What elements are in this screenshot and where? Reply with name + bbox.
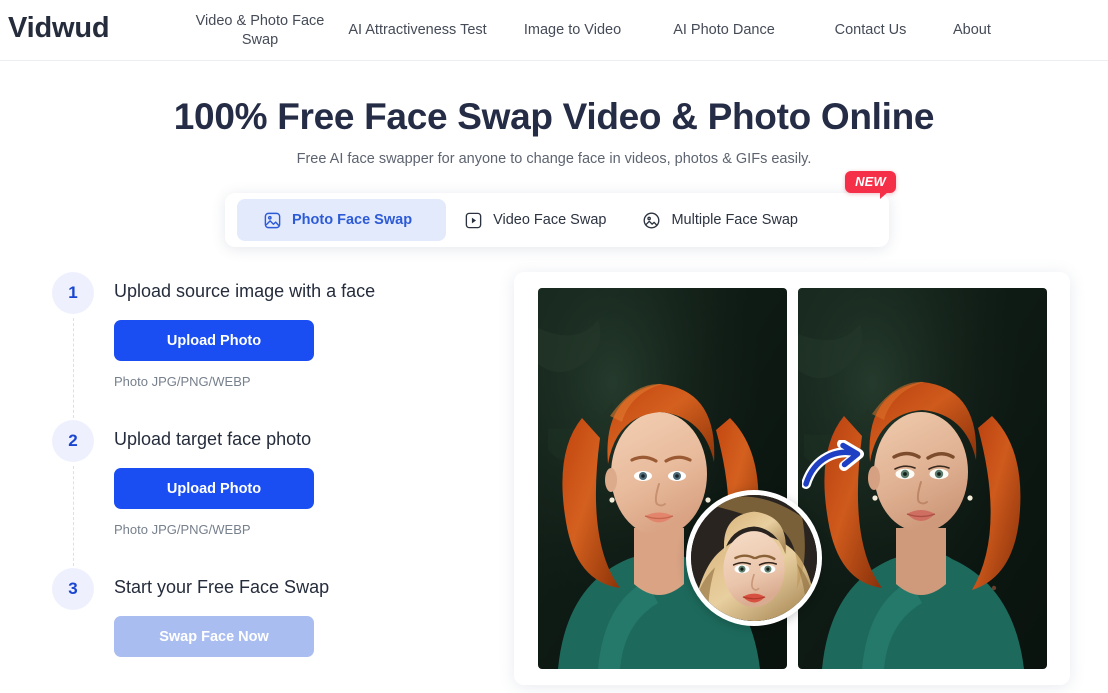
steps-list: 1 Upload source image with a face Upload… xyxy=(52,272,472,658)
step-title-2: Upload target face photo xyxy=(114,429,312,449)
target-face-thumbnail xyxy=(686,490,822,626)
nav-item-image-to-video[interactable]: Image to Video xyxy=(495,21,650,40)
main-navigation: Video & Photo Face Swap AI Attractivenes… xyxy=(180,0,1063,61)
hero-section: 100% Free Face Swap Video & Photo Online… xyxy=(0,95,1108,167)
tab-label-video-face-swap: Video Face Swap xyxy=(493,212,607,228)
step-item-3: 3 Start your Free Face Swap Swap Face No… xyxy=(52,568,472,658)
status-badge-new: NEW xyxy=(845,171,896,199)
image-circle-icon xyxy=(642,211,661,230)
site-header: Vidwud Video & Photo Face Swap AI Attrac… xyxy=(0,0,1108,61)
page-subtitle: Free AI face swapper for anyone to chang… xyxy=(296,151,812,167)
swap-direction-arrow-icon xyxy=(801,439,868,492)
nav-item-contact-us[interactable]: Contact Us xyxy=(798,21,943,40)
upload-target-photo-button[interactable]: Upload Photo xyxy=(114,468,314,509)
image-square-icon xyxy=(263,211,282,230)
step-title-1: Upload source image with a face xyxy=(114,281,376,301)
tab-multiple-face-swap[interactable]: Multiple Face Swap xyxy=(624,199,816,241)
step-item-2: 2 Upload target face photo Upload Photo … xyxy=(52,420,472,568)
step-hint-2: Photo JPG/PNG/WEBP xyxy=(114,522,251,537)
tab-video-face-swap[interactable]: Video Face Swap xyxy=(446,199,624,241)
mode-tabs-container: Photo Face Swap Video Face Swap Multiple… xyxy=(225,171,896,247)
site-logo[interactable]: Vidwud xyxy=(8,12,110,45)
preview-card xyxy=(514,272,1070,685)
nav-item-ai-photo-dance[interactable]: AI Photo Dance xyxy=(650,21,798,40)
step-number-3: 3 xyxy=(52,568,94,610)
video-play-icon xyxy=(464,211,483,230)
step-item-1: 1 Upload source image with a face Upload… xyxy=(52,272,472,420)
tab-label-multiple-face-swap: Multiple Face Swap xyxy=(671,212,798,228)
step-hint-1: Photo JPG/PNG/WEBP xyxy=(114,374,251,389)
swap-face-now-button[interactable]: Swap Face Now xyxy=(114,616,314,657)
page-title: 100% Free Face Swap Video & Photo Online xyxy=(173,96,935,137)
tab-label-photo-face-swap: Photo Face Swap xyxy=(292,212,413,228)
step-number-1: 1 xyxy=(52,272,94,314)
nav-item-ai-attractiveness-test[interactable]: AI Attractiveness Test xyxy=(340,21,495,40)
upload-source-photo-button[interactable]: Upload Photo xyxy=(114,320,314,361)
mode-tabs: Photo Face Swap Video Face Swap Multiple… xyxy=(225,171,896,247)
step-connector-1 xyxy=(73,318,74,418)
nav-item-video-photo-face-swap[interactable]: Video & Photo Face Swap xyxy=(180,12,340,50)
step-number-2: 2 xyxy=(52,420,94,462)
nav-item-about[interactable]: About xyxy=(943,21,1063,40)
step-title-3: Start your Free Face Swap xyxy=(114,577,330,597)
step-connector-2 xyxy=(73,466,74,566)
tab-photo-face-swap[interactable]: Photo Face Swap xyxy=(237,199,447,241)
